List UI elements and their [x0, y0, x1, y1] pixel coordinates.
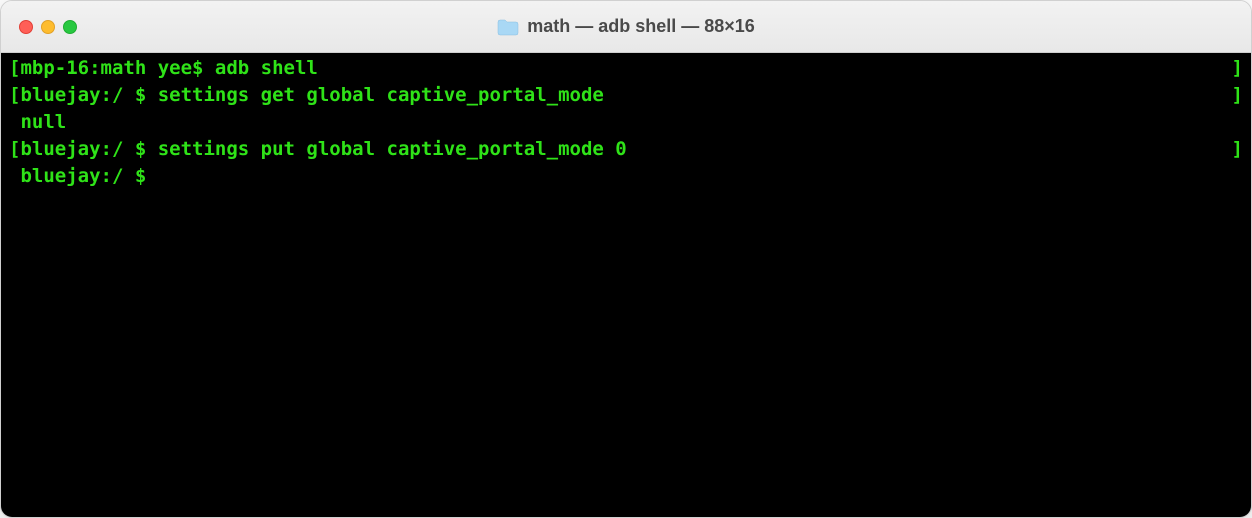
- left-bracket: [9, 165, 20, 187]
- left-bracket: [9, 111, 20, 133]
- terminal-body[interactable]: [mbp-16:math yee$ adb shell ] [bluejay:/…: [1, 53, 1251, 517]
- right-bracket: ]: [1232, 55, 1243, 82]
- line-content: bluejay:/ $ settings put global captive_…: [20, 138, 626, 160]
- window-title: math — adb shell — 88×16: [527, 16, 755, 37]
- line-content: null: [20, 111, 66, 133]
- left-bracket: [: [9, 138, 20, 160]
- line-content: bluejay:/ $ settings get global captive_…: [20, 84, 603, 106]
- titlebar[interactable]: math — adb shell — 88×16: [1, 1, 1251, 53]
- right-bracket: ]: [1232, 82, 1243, 109]
- terminal-line: bluejay:/ $: [9, 163, 1243, 190]
- terminal-window: math — adb shell — 88×16 [mbp-16:math ye…: [0, 0, 1252, 518]
- left-bracket: [: [9, 57, 20, 79]
- right-bracket: ]: [1232, 136, 1243, 163]
- line-content: mbp-16:math yee$ adb shell: [20, 57, 317, 79]
- window-title-wrap: math — adb shell — 88×16: [1, 16, 1251, 37]
- terminal-line: [bluejay:/ $ settings get global captive…: [9, 82, 1243, 109]
- minimize-button[interactable]: [41, 20, 55, 34]
- terminal-line: null: [9, 109, 1243, 136]
- folder-icon: [497, 18, 519, 36]
- left-bracket: [: [9, 84, 20, 106]
- traffic-lights: [1, 20, 77, 34]
- close-button[interactable]: [19, 20, 33, 34]
- line-content: bluejay:/ $: [20, 165, 157, 187]
- terminal-line: [bluejay:/ $ settings put global captive…: [9, 136, 1243, 163]
- zoom-button[interactable]: [63, 20, 77, 34]
- terminal-line: [mbp-16:math yee$ adb shell ]: [9, 55, 1243, 82]
